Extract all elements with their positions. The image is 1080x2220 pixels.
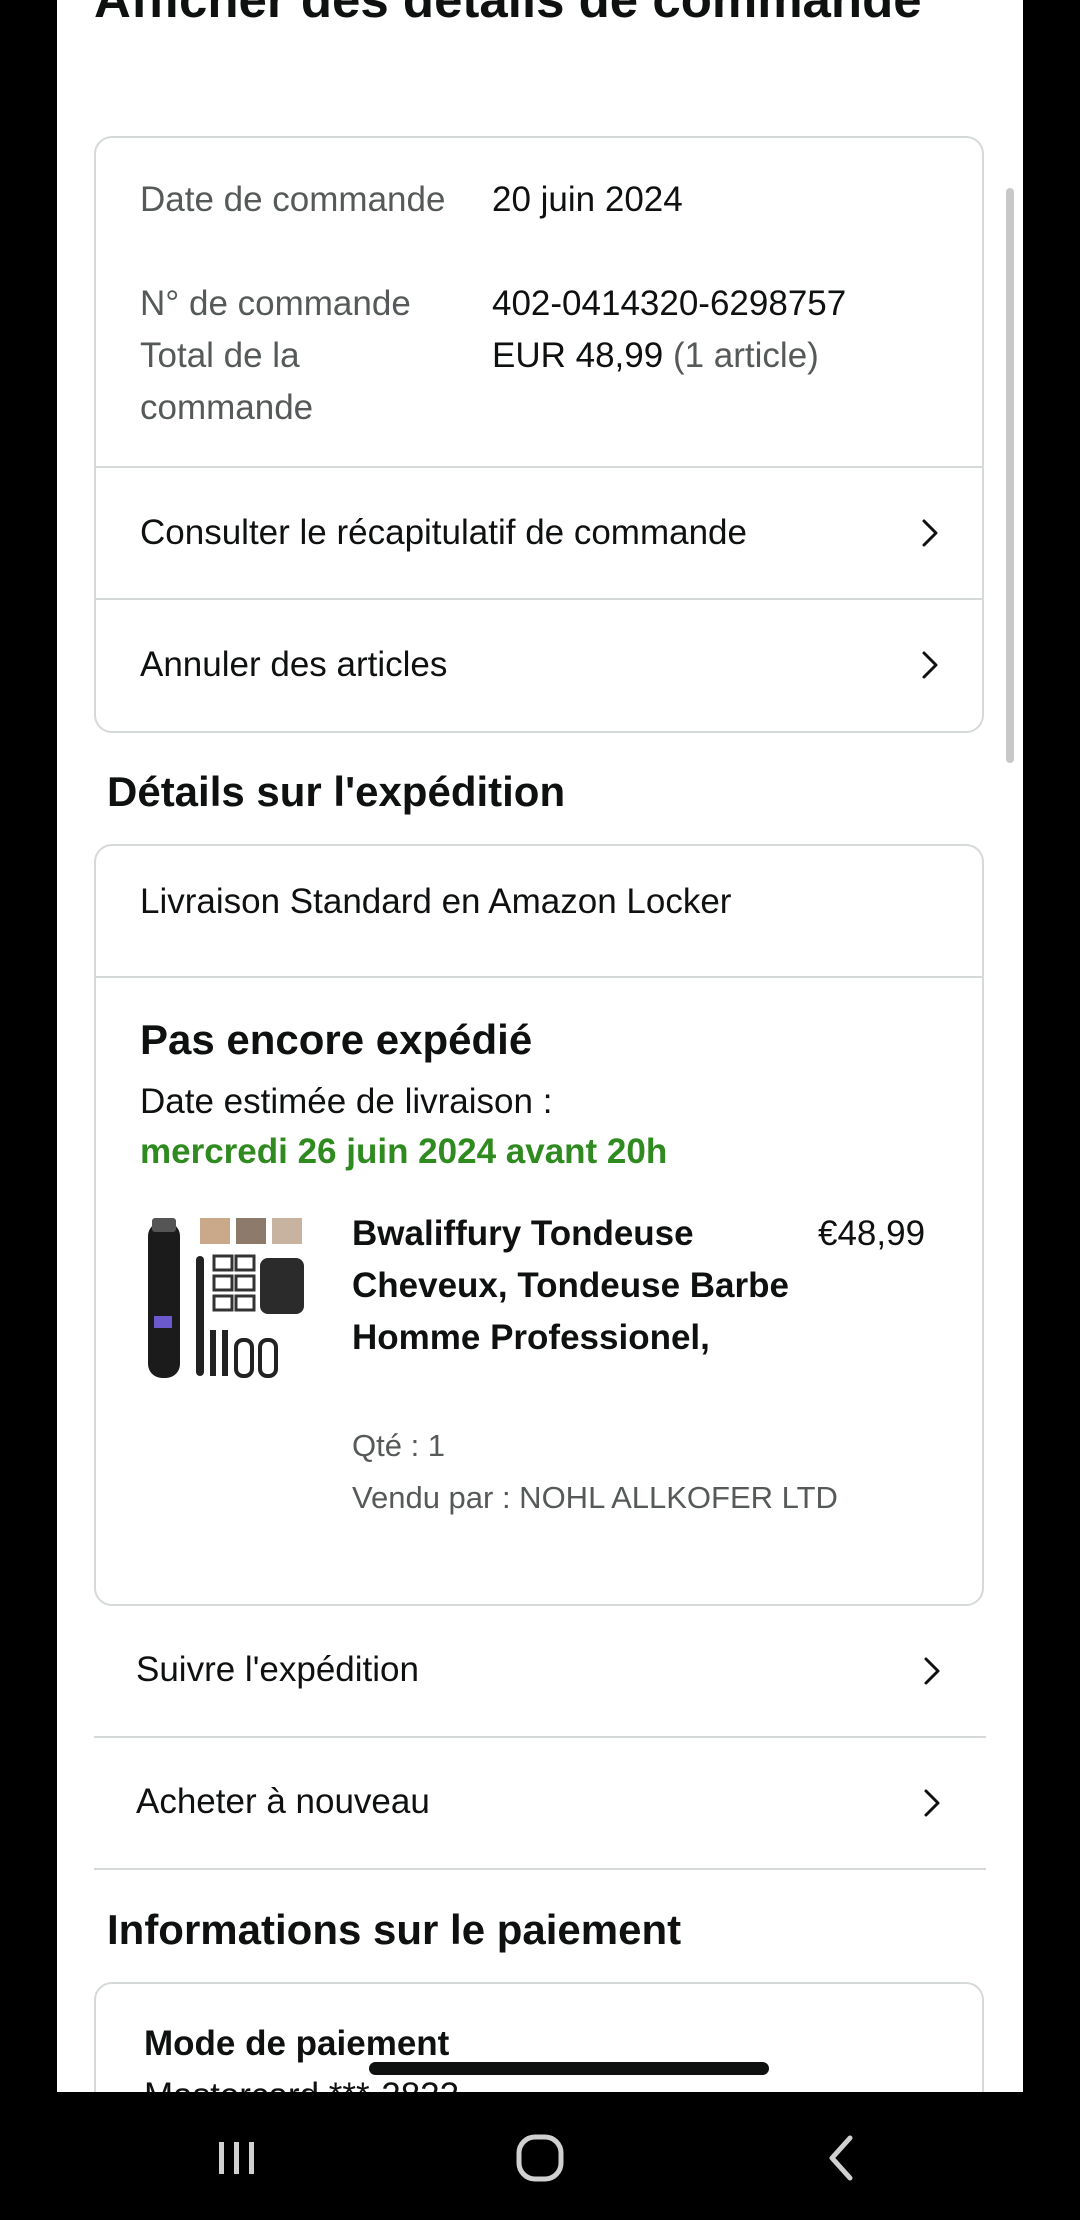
- home-button[interactable]: [510, 2128, 570, 2188]
- cancel-items-link[interactable]: Annuler des articles: [96, 600, 982, 730]
- delivery-estimate-date: mercredi 26 juin 2024 avant 20h: [140, 1132, 668, 1171]
- payment-card: Mode de paiement Mastercard ***-2833: [94, 1982, 984, 2092]
- view-order-summary-link[interactable]: Consulter le récapitulatif de commande: [96, 468, 982, 598]
- order-info-card: Date de commande 20 juin 2024 N° de comm…: [94, 136, 984, 733]
- order-total-items: (1 article): [672, 336, 819, 375]
- payment-section-title: Informations sur le paiement: [107, 1906, 682, 1953]
- product-price: €48,99: [818, 1214, 926, 1253]
- track-shipment-button[interactable]: Suivre l'expédition: [94, 1606, 986, 1736]
- recents-icon: [207, 2128, 267, 2188]
- shipping-section-title: Détails sur l'expédition: [107, 768, 566, 815]
- order-total-value: EUR 48,99: [492, 336, 664, 375]
- delivery-estimate-label: Date estimée de livraison :: [140, 1082, 553, 1121]
- shipment-status: Pas encore expédié: [140, 1016, 533, 1063]
- buy-again-button[interactable]: Acheter à nouveau: [94, 1738, 986, 1868]
- chevron-right-icon: [912, 647, 948, 683]
- order-number-value: 402-0414320-6298757: [492, 284, 847, 323]
- view-order-summary-label: Consulter le récapitulatif de commande: [140, 513, 747, 552]
- recents-button[interactable]: [207, 2128, 267, 2188]
- order-date-label: Date de commande: [140, 180, 446, 219]
- cancel-items-label: Annuler des articles: [140, 645, 448, 684]
- product-seller: Vendu par : NOHL ALLKOFER LTD: [352, 1480, 838, 1515]
- order-number-label: N° de commande: [140, 284, 411, 323]
- track-shipment-label: Suivre l'expédition: [136, 1650, 419, 1689]
- back-button[interactable]: [812, 2128, 872, 2188]
- shipping-method: Livraison Standard en Amazon Locker: [140, 882, 732, 921]
- chevron-right-icon: [914, 1785, 950, 1821]
- order-date-value: 20 juin 2024: [492, 180, 683, 219]
- home-icon: [510, 2128, 570, 2188]
- chevron-right-icon: [912, 515, 948, 551]
- payment-method-value: Mastercard ***-2833: [144, 2076, 459, 2092]
- home-indicator[interactable]: [369, 2062, 769, 2075]
- divider: [96, 976, 982, 978]
- scrollbar[interactable]: [1006, 188, 1014, 763]
- page-title: Afficher des détails de commande: [94, 0, 974, 38]
- chevron-right-icon: [914, 1653, 950, 1689]
- divider: [94, 1868, 986, 1870]
- product-image[interactable]: [144, 1216, 308, 1382]
- buy-again-label: Acheter à nouveau: [136, 1782, 430, 1821]
- order-details-page: Afficher des détails de commande Date de…: [57, 0, 1023, 2092]
- shipment-card: Livraison Standard en Amazon Locker Pas …: [94, 844, 984, 1606]
- product-title-link[interactable]: Bwaliffury Tondeuse Cheveux, Tondeuse Ba…: [352, 1208, 792, 1364]
- payment-method-label: Mode de paiement: [144, 2024, 450, 2063]
- android-navigation-bar: [0, 2092, 1080, 2220]
- back-icon: [812, 2128, 872, 2188]
- order-total-label: Total de la commande: [140, 336, 314, 427]
- product-quantity: Qté : 1: [352, 1428, 446, 1463]
- order-total-value-wrap: EUR 48,99 (1 article): [492, 330, 819, 382]
